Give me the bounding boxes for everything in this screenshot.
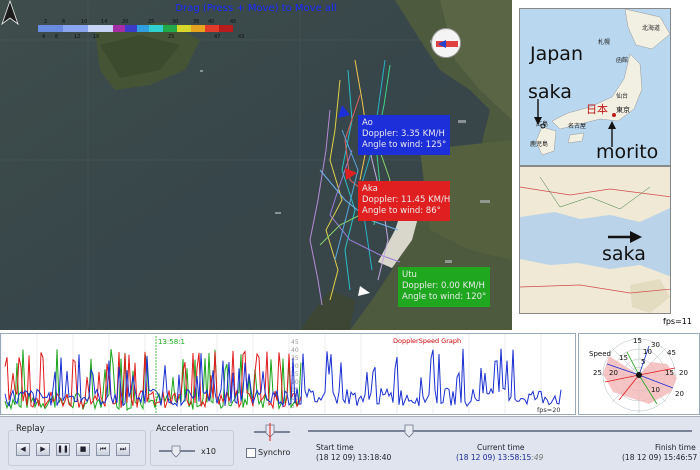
rose-label-8: 10 bbox=[651, 386, 660, 394]
japan-map-arrows bbox=[534, 99, 616, 147]
rose-label-11: 15 bbox=[619, 354, 628, 362]
rose-label-4: 5 bbox=[641, 358, 645, 366]
legend-bot-0: 4 bbox=[42, 34, 45, 39]
rose-label-10: 20 bbox=[675, 390, 684, 398]
legend-top-2: 10 bbox=[81, 19, 87, 25]
satellite-map[interactable]: 2 6 10 14 20 25 30 35 40 45 4 8 12 16 25… bbox=[0, 0, 512, 330]
play-button[interactable]: ▶ bbox=[36, 443, 50, 456]
boat-angle: Angle to wind: 86° bbox=[362, 206, 441, 216]
graph-fps-label: fps=20 bbox=[537, 406, 561, 414]
acceleration-title: Acceleration bbox=[154, 424, 211, 434]
doppler-speed-graph[interactable]: 45 40 35 30 25 20 15 10 5 13:58:1 fps=20 Doppler… bbox=[0, 333, 576, 415]
boat-doppler: Doppler: 0.00 KM/H bbox=[402, 281, 485, 291]
cursor-time-label: 13:58:1 bbox=[158, 338, 185, 346]
acceleration-value: x10 bbox=[201, 447, 216, 456]
legend-top-3: 14 bbox=[101, 19, 107, 25]
boat-doppler: Doppler: 3.35 KM/H bbox=[362, 129, 445, 139]
boat-doppler: Doppler: 11.45 KM/H bbox=[362, 195, 451, 205]
start-time-label: Start time bbox=[316, 443, 354, 452]
boat-name: Utu bbox=[402, 270, 417, 280]
boat-angle: Angle to wind: 125° bbox=[362, 140, 447, 150]
legend-bot-6: 43 bbox=[238, 34, 244, 39]
legend-top-9: 45 bbox=[230, 19, 236, 25]
synchro-checkbox[interactable] bbox=[246, 448, 256, 458]
legend-top-0: 2 bbox=[44, 19, 47, 25]
detail-map-shape bbox=[520, 167, 670, 313]
rose-label-3: 10 bbox=[643, 348, 652, 356]
boat-label-aka: Aka Doppler: 11.45 KM/H Angle to wind: 8… bbox=[358, 181, 450, 221]
finish-time-value: (18 12 09) 15:46:57 bbox=[622, 453, 698, 462]
boat-name: Aka bbox=[362, 184, 378, 194]
finish-time-label: Finish time bbox=[655, 443, 696, 452]
rose-label-7: 15 bbox=[665, 369, 674, 377]
rose-label-5: 25 bbox=[593, 369, 602, 377]
fps-readout: fps=11 bbox=[663, 317, 692, 326]
japan-map: Japan saka morito 札幌 北海道 函館 仙台 名古屋 広島 鹿児… bbox=[519, 8, 671, 166]
rewind-to-start-button[interactable]: ⏮ bbox=[96, 443, 110, 456]
rose-label-6: 20 bbox=[609, 369, 618, 377]
rose-label-9: 20 bbox=[679, 369, 688, 377]
drag-hint: Drag (Press + Move) to Move all bbox=[175, 3, 337, 14]
stop-button[interactable]: ■ bbox=[76, 443, 90, 456]
rose-label-1: 30 bbox=[651, 341, 660, 349]
north-arrow-icon bbox=[1, 0, 19, 26]
rose-label-2: 45 bbox=[667, 349, 676, 357]
legend-top-1: 6 bbox=[62, 19, 65, 25]
legend-bot-2: 12 bbox=[74, 34, 80, 39]
series-aka bbox=[4, 350, 302, 410]
boat-label-utu: Utu Doppler: 0.00 KM/H Angle to wind: 12… bbox=[398, 267, 490, 307]
legend-top-7: 35 bbox=[193, 19, 199, 25]
synchro-label: Synchro bbox=[258, 448, 291, 457]
legend-bot-4: 25 bbox=[168, 34, 174, 39]
boat-name: Ao bbox=[362, 118, 373, 128]
graph-scale-label: 40 bbox=[291, 347, 299, 354]
synchro-offset-slider[interactable] bbox=[252, 423, 292, 441]
current-time-label: Current time bbox=[477, 443, 525, 452]
wind-direction-icon[interactable] bbox=[431, 28, 461, 58]
current-time: (18 12 09) 13:58:15:49 bbox=[456, 453, 543, 462]
speed-legend: 2 6 10 14 20 25 30 35 40 45 4 8 12 16 25… bbox=[38, 19, 244, 39]
graph-scale-label: 35 bbox=[291, 355, 299, 362]
legend-top-5: 25 bbox=[148, 19, 154, 25]
wind-rose: Speed 15 30 45 10 5 25 20 15 10 20 20 15 bbox=[578, 333, 700, 415]
boat-label-ao: Ao Doppler: 3.35 KM/H Angle to wind: 125… bbox=[358, 115, 450, 155]
rose-speed-label: Speed bbox=[589, 350, 611, 358]
legend-top-4: 20 bbox=[122, 19, 128, 25]
boat-angle: Angle to wind: 120° bbox=[402, 292, 487, 302]
detail-saka-label: saka bbox=[602, 243, 646, 265]
legend-bot-3: 16 bbox=[93, 34, 99, 39]
wind-rose-plot: Speed 15 30 45 10 5 25 20 15 10 20 20 15 bbox=[589, 337, 688, 413]
jump-to-end-button[interactable]: ⏭ bbox=[116, 443, 130, 456]
legend-bot-5: 47 bbox=[214, 34, 220, 39]
timeline-slider[interactable] bbox=[306, 423, 694, 439]
replay-title: Replay bbox=[14, 424, 47, 434]
pause-button[interactable]: ❚❚ bbox=[56, 443, 70, 456]
acceleration-slider[interactable] bbox=[158, 444, 196, 458]
detail-map: saka bbox=[519, 166, 671, 314]
speed-plot: 45403530252015105 13:58:1 fps=20 bbox=[1, 334, 562, 414]
current-time-value: (18 12 09) 13:58:15 bbox=[456, 453, 532, 462]
legend-top-8: 40 bbox=[208, 19, 214, 25]
current-time-fraction: :49 bbox=[531, 453, 544, 462]
playback-controls: Replay ◀ ▶ ❚❚ ■ ⏮ ⏭ Acceleration x10 Syn… bbox=[0, 416, 700, 470]
legend-top-6: 30 bbox=[172, 19, 178, 25]
legend-bot-1: 8 bbox=[55, 34, 58, 39]
start-time-value: (18 12 09) 13:18:40 bbox=[316, 453, 392, 462]
step-back-button[interactable]: ◀ bbox=[16, 443, 30, 456]
graph-title: DopplerSpeed Graph bbox=[393, 337, 462, 345]
graph-scale-label: 45 bbox=[291, 339, 299, 346]
rose-label-0: 15 bbox=[633, 337, 642, 345]
